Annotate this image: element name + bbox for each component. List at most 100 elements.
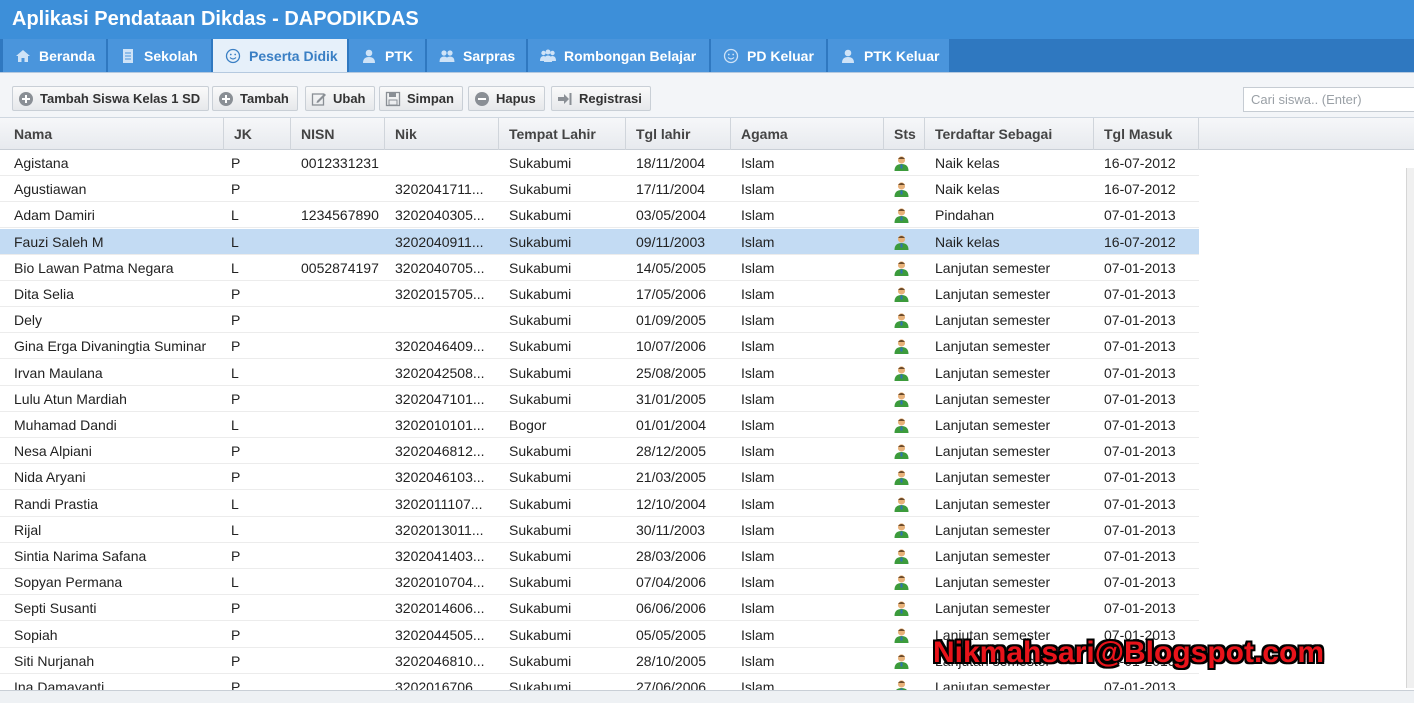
table-row[interactable]: Fauzi Saleh M L 3202040911... Sukabumi 09/11… <box>0 228 1199 255</box>
table-cell: Islam <box>741 548 775 564</box>
table-row[interactable]: Sopyan Permana L 3202010704... Sukabumi 07/0… <box>0 569 1199 596</box>
table-cell: 28/03/2006 <box>636 548 707 564</box>
table-cell <box>381 307 495 333</box>
table-cell: Islam <box>741 259 775 276</box>
table-cell: 12/10/2004 <box>636 495 707 512</box>
column-header-nama[interactable]: Nama <box>4 118 224 150</box>
table-row[interactable]: Lulu Atun Mardiah P 3202047101... Sukabumi 3… <box>0 386 1199 412</box>
table-cell: P <box>231 548 241 564</box>
tab-ptk-keluar[interactable]: PTK Keluar <box>828 39 950 72</box>
table-cell: Lanjutan semester <box>935 338 1051 355</box>
table-cell <box>287 595 381 621</box>
search-input[interactable] <box>1243 87 1414 112</box>
table-cell: 17/05/2006 <box>636 286 707 302</box>
tab-beranda[interactable]: Beranda <box>3 39 107 72</box>
tab-peserta-didik[interactable]: Peserta Didik <box>213 39 348 73</box>
column-header-jk[interactable]: JK <box>224 118 291 150</box>
table-row[interactable]: Irvan Maulana L 3202042508... Sukabumi 25/08… <box>0 360 1199 386</box>
tambah-siswa-kelas-1-button[interactable]: Tambah Siswa Kelas 1 SD <box>12 86 210 111</box>
table-cell: 3202015705... <box>395 286 485 302</box>
table-cell: 01/01/2004 <box>636 417 707 433</box>
table-row[interactable]: Agustiawan P 3202041711... Sukabumi 17/11/20… <box>0 176 1199 203</box>
table-cell: P <box>231 469 241 486</box>
plus-circle-icon <box>18 91 34 107</box>
table-row[interactable]: Nida Aryani P 3202046103... Sukabumi 21/03/2… <box>0 464 1199 491</box>
table-cell: Islam <box>741 652 775 669</box>
student-status-icon <box>894 444 909 460</box>
table-cell: 3202047101... <box>395 390 485 407</box>
table-cell: Sukabumi <box>509 155 572 171</box>
tab-label: Peserta Didik <box>249 48 338 64</box>
table-cell: Muhamad Dandi <box>14 417 117 433</box>
table-cell: 07/04/2006 <box>636 574 707 591</box>
column-header-tempat-lahir[interactable]: Tempat Lahir <box>499 118 626 150</box>
table-cell: 03/05/2004 <box>636 207 707 224</box>
table-cell: 17/11/2004 <box>636 181 706 198</box>
student-status-icon <box>894 392 909 407</box>
table-row[interactable]: Septi Susanti P 3202014606... Sukabumi 06/06… <box>0 595 1199 622</box>
table-cell: Lanjutan semester <box>935 469 1051 486</box>
column-header-nik[interactable]: Nik <box>385 118 499 150</box>
table-cell: L <box>231 233 239 250</box>
table-row[interactable]: Adam Damiri L 1234567890 3202040305... Sukab… <box>0 202 1199 229</box>
table-row[interactable]: Dely P Sukabumi 01/09/2005 Islam Lanjutan sem… <box>0 307 1199 334</box>
column-header-tgl-lahir[interactable]: Tgl lahir <box>626 118 731 150</box>
tab-rombongan-belajar[interactable]: Rombongan Belajar <box>528 39 710 72</box>
tab-sarpras[interactable]: Sarpras <box>427 39 527 72</box>
table-row[interactable]: Rijal L 3202013011... Sukabumi 30/11/2003 Isl… <box>0 517 1199 543</box>
tambah-button[interactable]: Tambah <box>212 86 298 111</box>
hapus-button[interactable]: Hapus <box>468 86 545 111</box>
table-cell: Lanjutan semester <box>935 390 1051 407</box>
student-status-icon <box>894 234 909 250</box>
table-cell: Sukabumi <box>509 312 572 329</box>
table-row[interactable]: Nesa Alpiani P 3202046812... Sukabumi 28/12/… <box>0 438 1199 465</box>
table-cell: 28/12/2005 <box>636 443 707 460</box>
table-cell: Sukabumi <box>509 364 572 381</box>
tab-ptk[interactable]: PTK <box>349 39 426 72</box>
student-status-icon <box>894 496 909 512</box>
table-cell: Islam <box>741 207 775 224</box>
table-cell: Lanjutan semester <box>935 312 1051 329</box>
table-row[interactable]: Randi Prastia L 3202011107... Sukabumi 12/10… <box>0 491 1199 517</box>
table-cell: 3202041711... <box>395 181 484 198</box>
table-cell: L <box>231 417 239 433</box>
main-tabbar: Beranda Sekolah Peserta Didik PTK Sarpra… <box>0 39 1414 73</box>
student-status-icon <box>894 287 909 302</box>
column-header-nisn[interactable]: NISN <box>291 118 385 150</box>
table-row[interactable]: Agistana P 0012331231 Sukabumi 18/11/2004 Isl… <box>0 150 1199 176</box>
table-cell: Lanjutan semester <box>935 364 1051 381</box>
table-row[interactable]: Dita Selia P 3202015705... Sukabumi 17/05/20… <box>0 281 1199 307</box>
column-header-agama[interactable]: Agama <box>731 118 884 150</box>
registrasi-button[interactable]: Registrasi <box>551 86 651 111</box>
plus-circle-icon <box>218 91 234 107</box>
tab-label: Rombongan Belajar <box>564 47 697 64</box>
column-header-terdaftar-sebagai[interactable]: Terdaftar Sebagai <box>925 118 1094 150</box>
ubah-button[interactable]: Ubah <box>305 86 375 111</box>
table-cell: Sintia Narima Safana <box>14 548 147 564</box>
table-cell: 07-01-2013 <box>1104 417 1176 433</box>
table-cell <box>287 412 381 438</box>
tab-sekolah[interactable]: Sekolah <box>108 39 212 72</box>
vertical-scrollbar[interactable] <box>1406 168 1414 688</box>
table-cell: Irvan Maulana <box>14 364 103 381</box>
app-title: Aplikasi Pendataan Dikdas - DAPODIKDAS <box>12 8 419 30</box>
table-cell: 07-01-2013 <box>1104 443 1176 460</box>
table-row[interactable]: Bio Lawan Patma Negara L 0052874197 3202040… <box>0 255 1199 281</box>
table-cell <box>287 517 381 543</box>
tab-pd-keluar[interactable]: PD Keluar <box>711 39 827 72</box>
table-row[interactable]: Sintia Narima Safana P 3202041403... Sukabu… <box>0 543 1199 569</box>
student-status-icon <box>894 549 909 564</box>
column-header-sts[interactable]: Sts <box>884 118 925 150</box>
table-cell: 18/11/2004 <box>636 155 706 171</box>
table-cell: 07-01-2013 <box>1104 548 1176 564</box>
table-row[interactable]: Gina Erga Divaningtia Suminar P 3202046409… <box>0 333 1199 360</box>
table-cell: L <box>231 495 239 512</box>
table-cell: Islam <box>741 417 775 433</box>
simpan-button[interactable]: Simpan <box>379 86 463 111</box>
student-status-icon <box>894 365 909 381</box>
table-cell: Sukabumi <box>509 338 572 355</box>
table-cell <box>287 307 381 333</box>
table-cell: Dely <box>14 312 43 329</box>
column-header-tgl-masuk[interactable]: Tgl Masuk <box>1094 118 1199 150</box>
table-row[interactable]: Muhamad Dandi L 3202010101... Bogor 01/01/20… <box>0 412 1199 438</box>
